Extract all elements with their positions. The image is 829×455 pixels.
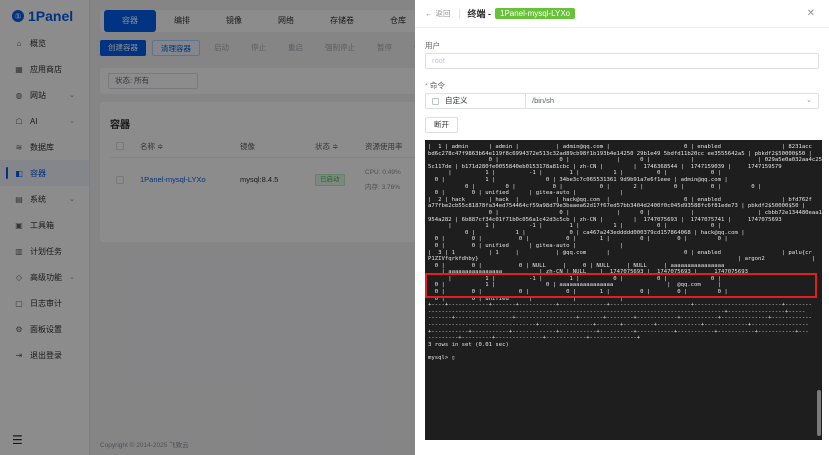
overlay-mask[interactable]	[0, 0, 415, 455]
terminal-line: a77fbe2cb55c81878fa34ed754464cf59a98d79e…	[428, 203, 806, 210]
terminal-line: 0 | 0 | 0 | 0 | 2 | 0 | 0 | 0 |	[428, 183, 762, 190]
user-label: 用户	[425, 41, 440, 50]
shell-select[interactable]: /bin/sh ⌄	[525, 93, 819, 109]
terminal-line: 954a282 | 6b887cf34c01f71b0c056a1c42d3c5…	[428, 216, 782, 223]
terminal-line: | 1 | -1 | 1 | 1 | 0 | 0 |	[428, 223, 721, 230]
shell-value: /bin/sh	[532, 96, 555, 105]
terminal-line: 0 | 1 | 0 | ca467a243eddddd000379cd15786…	[428, 229, 745, 236]
user-input[interactable]: root	[425, 53, 819, 69]
back-button[interactable]: ← 返回	[425, 8, 451, 19]
custom-checkbox[interactable]: 自定义	[425, 93, 525, 109]
terminal-line: | 2 | hack | hack | | hack@qq.com | 0 | …	[428, 196, 812, 203]
terminal-line: mysql> ▯	[428, 355, 455, 361]
terminal-line: 0 | 0 | 0 | 0 | 1 | 0 | 0 | 0 |	[428, 236, 728, 243]
custom-label: 自定义	[445, 96, 468, 105]
terminal-line: 0 | 0 | | 0 | | | cbbb72e134480eaa1a2fd4…	[428, 209, 822, 216]
terminal-line: +----+------------+-------+-----------+-…	[428, 302, 812, 309]
terminal-line: | 1 | admin | admin | | admin@qq.com | 0…	[428, 144, 812, 150]
required-mark: *	[425, 81, 428, 90]
cmd-label-wrap: * 命令	[425, 80, 445, 91]
terminal-line: ---------+---------+--------------+-----…	[428, 335, 641, 342]
terminal-line: ----------------------------------------…	[428, 308, 806, 315]
terminal-line: 0 | 0 | 0 | NULL | 0 | NULL | NULL | aaa…	[428, 262, 725, 269]
drawer-header: ← 返回 终端 - 1Panel-mysql-LYXo ✕	[415, 0, 829, 28]
app-root: ① 1Panel ⌂ 概览 ▦ 应用商店 ◍ 网站 ⌄ ☖ AI ⌄ ≋ 数据库 ◧ 容器 ▤ 系统 ⌄ ▣ 工具箱…	[0, 0, 829, 455]
header-divider	[458, 8, 460, 19]
checkbox-box	[432, 97, 439, 105]
terminal-line: bd6c278c47f9863b64e119f8c6994372e513c32a…	[428, 150, 812, 157]
terminal-line: 0 | 0 | unified | gitea-auto | |	[428, 190, 624, 197]
terminal-text: | 1 | admin | admin | | admin@qq.com | 0…	[428, 144, 822, 362]
terminal-line: 0 | 0 | unified | gitea-auto | |	[428, 242, 624, 249]
container-tag: 1Panel-mysql-LYXo	[495, 8, 576, 19]
terminal-line: | 1 | -1 | 1 | 1 | 0 | 0 |	[428, 170, 721, 177]
back-label: 返回	[435, 9, 451, 18]
terminal-scrollbar[interactable]	[817, 390, 821, 436]
terminal-line: P1ZIVfqrkfdhby} | argon2 |	[428, 256, 816, 263]
terminal-line: | 3 | 1 | 1 | | @qq.com | 0 | enabled | …	[428, 249, 812, 256]
terminal-drawer: ← 返回 终端 - 1Panel-mysql-LYXo ✕ 用户 root * 命…	[415, 0, 829, 455]
drawer-title: 终端 -	[467, 9, 492, 19]
disconnect-button[interactable]: 断开	[425, 117, 458, 133]
terminal-line: --------------------------------+-------…	[428, 322, 809, 329]
terminal-line: -------+-----------------+--------------…	[428, 315, 812, 322]
terminal-line: 0 | 1 | 0 | 34be3c7c065531361 9d9b91a7e6…	[428, 176, 728, 183]
highlight-box	[425, 273, 817, 298]
close-icon[interactable]: ✕	[807, 8, 815, 19]
terminal-line: 5c117de | b171d280fe0055840eb0153178a81c…	[428, 163, 782, 170]
command-row: 自定义 /bin/sh ⌄	[425, 93, 819, 109]
terminal-line: 3 rows in set (0.01 sec)	[428, 341, 509, 348]
chevron-down-icon: ⌄	[806, 97, 812, 104]
arrow-left-icon: ←	[425, 9, 433, 18]
cmd-label: 命令	[429, 81, 445, 90]
terminal-line: 0 | 0 | | 0 | | | 029a5e0a032aa4c25cd66f…	[428, 157, 822, 164]
terminal-line: +-----------+-----------+-------------+-…	[428, 328, 809, 335]
